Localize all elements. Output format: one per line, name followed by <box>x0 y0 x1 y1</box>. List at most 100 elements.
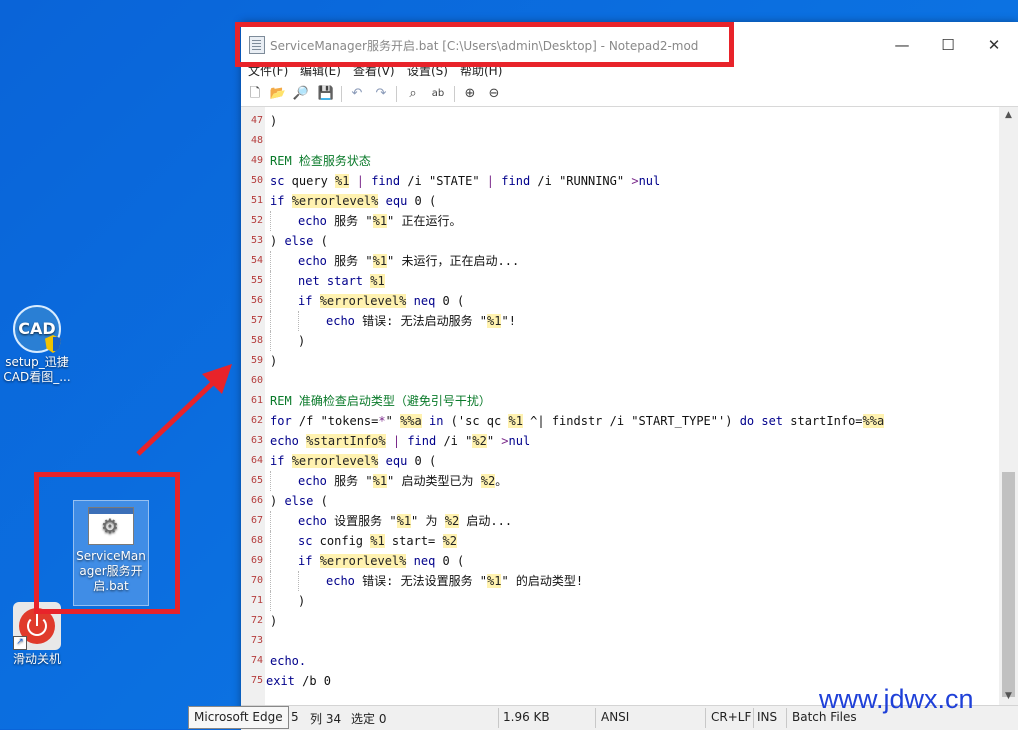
code-token: %2 <box>472 434 487 448</box>
replace-icon[interactable]: ab <box>429 85 447 103</box>
code-token: ) <box>298 334 306 348</box>
code-token: %1 <box>396 514 412 528</box>
open-folder-icon[interactable]: 📂 <box>269 85 287 103</box>
code-text: echo 错误: 无法启动服务 "%1"! <box>326 311 516 331</box>
code-token: if <box>270 454 285 468</box>
code-token: nul <box>508 434 531 448</box>
line-number: 62 <box>250 415 263 426</box>
annotation-box-bat <box>34 472 180 614</box>
code-text: ) <box>270 611 277 631</box>
code-token: REM 检查服务状态 <box>270 154 371 168</box>
code-token: " <box>486 434 502 448</box>
code-line: 56 if %errorlevel% neq 0 ( <box>241 291 999 311</box>
code-line: 66) else ( <box>241 491 999 511</box>
maximize-button[interactable]: ☐ <box>925 32 971 58</box>
code-line: 73 <box>241 631 999 651</box>
code-token: 启动... <box>459 514 513 528</box>
code-text: if %errorlevel% equ 0 ( <box>270 451 436 471</box>
code-token: query <box>284 174 336 188</box>
line-number: 71 <box>250 595 263 606</box>
code-token: %1 <box>487 574 502 588</box>
line-number: 59 <box>250 355 263 366</box>
redo-icon[interactable]: ↷ <box>372 85 390 103</box>
code-token: 0 ( <box>407 194 437 208</box>
code-line: 74 echo. <box>241 651 999 671</box>
line-number: 51 <box>250 195 263 206</box>
line-number: 75 <box>250 675 263 686</box>
indent-guide <box>270 291 272 311</box>
undo-icon[interactable]: ↶ <box>348 85 366 103</box>
minimize-button[interactable]: — <box>879 32 925 58</box>
code-token: ) <box>270 354 278 368</box>
save-icon[interactable]: 💾 <box>317 85 335 103</box>
code-line: 68 sc config %1 start= %2 <box>241 531 999 551</box>
code-line: 57 echo 错误: 无法启动服务 "%1"! <box>241 311 999 331</box>
code-token: echo <box>298 254 327 268</box>
code-text: if %errorlevel% equ 0 ( <box>270 191 436 211</box>
code-token: if <box>270 194 285 208</box>
code-text: REM 准确检查启动类型（避免引号干扰） <box>270 391 491 411</box>
code-line: 69 if %errorlevel% neq 0 ( <box>241 551 999 571</box>
code-token: %1 <box>335 174 350 188</box>
line-number: 48 <box>250 135 263 146</box>
code-line: 70 echo 错误: 无法设置服务 "%1" 的启动类型! <box>241 571 999 591</box>
toolbar-separator <box>454 86 455 102</box>
line-number: 61 <box>250 395 263 406</box>
code-token: | <box>356 174 364 188</box>
indent-guide <box>270 271 272 291</box>
browse-icon[interactable]: 🔎 <box>292 85 310 103</box>
indent-guide <box>270 591 272 611</box>
code-token: 错误: 无法启动服务 " <box>354 314 488 328</box>
scroll-down-icon[interactable]: ▼ <box>999 688 1018 705</box>
zoom-out-icon[interactable]: ⊖ <box>485 85 503 103</box>
code-editor[interactable]: 47) 48 49 REM 检查服务状态 50 sc query %1 | find /i… <box>241 107 999 705</box>
code-token: %1 <box>370 534 385 548</box>
code-text: net start %1 <box>298 271 385 291</box>
code-line: 61 REM 准确检查启动类型（避免引号干扰） <box>241 391 999 411</box>
line-number: 73 <box>250 635 263 646</box>
indent-guide <box>270 571 272 591</box>
scrollbar-thumb[interactable] <box>1002 472 1015 697</box>
code-token: equ <box>385 454 408 468</box>
line-number: 49 <box>250 155 263 166</box>
code-text: sc query %1 | find /i "STATE" | find /i … <box>270 171 660 191</box>
indent-guide <box>270 211 272 231</box>
code-text: if %errorlevel% neq 0 ( <box>298 551 464 571</box>
code-line: 47) <box>241 111 999 131</box>
new-file-icon[interactable]: 🗋 <box>246 85 264 103</box>
line-number: 63 <box>250 435 263 446</box>
code-line: 65 echo 服务 "%1" 启动类型已为 %2。 <box>241 471 999 491</box>
toolbar-separator <box>341 86 342 102</box>
vertical-scrollbar[interactable]: ▲ ▼ <box>999 107 1018 705</box>
code-token: 0 ( <box>435 294 465 308</box>
cad-icon-text: CAD <box>18 319 56 338</box>
code-text: ) <box>270 111 277 131</box>
code-token: 设置服务 " <box>326 514 397 528</box>
scroll-up-icon[interactable]: ▲ <box>999 107 1018 124</box>
code-token: %errorlevel% <box>319 554 407 568</box>
code-text: ) else ( <box>270 491 328 511</box>
code-line: 64 if %errorlevel% equ 0 ( <box>241 451 999 471</box>
code-token: "! <box>501 314 516 328</box>
code-token: | <box>392 434 401 448</box>
code-token: ) <box>298 594 306 608</box>
find-icon[interactable]: ⌕ <box>404 85 422 103</box>
close-button[interactable]: ✕ <box>971 32 1017 58</box>
code-token: %1 <box>487 314 502 328</box>
code-token: equ <box>385 194 408 208</box>
indent-guide <box>298 311 300 331</box>
code-token: ('sc qc <box>443 414 509 428</box>
zoom-in-icon[interactable]: ⊕ <box>461 85 479 103</box>
desktop-icon-label: CAD看图_... <box>3 370 71 384</box>
code-text: echo %startInfo% | find /i "%2" >nul <box>270 431 530 451</box>
code-line: 58) <box>241 331 999 351</box>
desktop-icon-cad[interactable]: CAD setup_迅捷 CAD看图_... <box>0 305 74 385</box>
code-token: %%a <box>400 414 422 428</box>
watermark: www.jdwx.cn <box>819 684 974 714</box>
line-number: 74 <box>250 655 263 666</box>
